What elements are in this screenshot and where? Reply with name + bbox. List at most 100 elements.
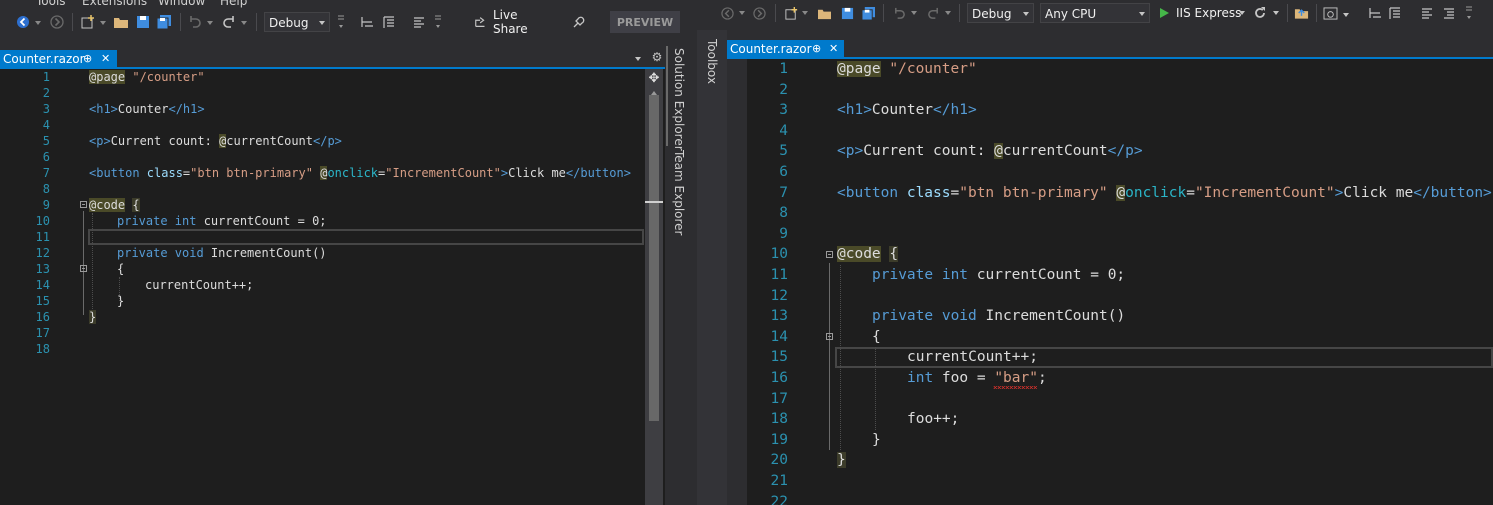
step-over-icon[interactable]	[358, 12, 376, 32]
save-all-icon[interactable]	[154, 12, 174, 32]
right-ide-window: Debug Any CPU IIS Express Toolbox Counte…	[697, 0, 1493, 505]
code-line-15: }	[117, 294, 125, 308]
code-line-3: <h1>Counter</h1>	[89, 102, 205, 116]
toolbar-options-icon[interactable]	[432, 12, 444, 32]
back-dropdown-icon[interactable]	[35, 21, 41, 25]
indent-lines-icon[interactable]	[1441, 3, 1457, 23]
line-number: 10	[770, 246, 788, 263]
refresh-icon[interactable]	[1251, 3, 1269, 23]
split-window-icon[interactable]: ✥	[647, 71, 661, 86]
line-number: 9	[42, 198, 50, 212]
pin-tab-icon[interactable]: ⊕	[83, 50, 92, 68]
back-icon[interactable]	[14, 12, 32, 32]
code-line-14: {	[872, 329, 881, 345]
toolbar-overflow-icon[interactable]	[334, 12, 348, 32]
config-dropdown[interactable]: Debug	[967, 3, 1034, 23]
new-project-dropdown-icon[interactable]	[100, 21, 106, 25]
left-ide-window: Tools Extensions Window Help Debug Live …	[0, 0, 697, 505]
collapse-method-icon[interactable]	[80, 265, 87, 272]
line-number: 12	[770, 287, 788, 304]
undo-dropdown-icon[interactable]	[911, 11, 917, 15]
play-icon	[1160, 8, 1169, 18]
collapse-code-icon[interactable]	[80, 201, 87, 208]
line-number: 21	[770, 473, 788, 489]
browser-link-dropdown-icon[interactable]	[1343, 13, 1349, 17]
close-tab-icon[interactable]: ✕	[829, 40, 838, 58]
tab-list-dropdown-icon[interactable]	[635, 57, 641, 61]
line-number: 22	[770, 493, 788, 505]
line-number: 6	[779, 164, 788, 180]
comment-toggle-icon[interactable]	[380, 12, 398, 32]
left-side-tool-strip: Toolbox	[697, 30, 727, 505]
preview-label: PREVIEW	[616, 15, 674, 29]
chevron-down-icon	[1139, 12, 1145, 16]
redo-icon[interactable]	[220, 12, 238, 32]
publish-icon[interactable]	[1292, 3, 1310, 23]
open-folder-icon[interactable]	[815, 3, 833, 23]
save-icon[interactable]	[839, 3, 855, 23]
back-dropdown-icon[interactable]	[739, 11, 745, 15]
undo-icon[interactable]	[891, 3, 907, 23]
run-dropdown-icon[interactable]	[1239, 11, 1245, 15]
code-line-9: @code {	[89, 198, 140, 212]
right-toolbar: Debug Any CPU IIS Express	[697, 0, 1493, 26]
right-code-editor[interactable]: 1 2 3 4 5 6 7 8 9 10 11 12 13 14 15 16 17 18 19 20 21 22 @pag…	[747, 59, 1493, 505]
line-number: 15	[35, 294, 50, 308]
back-icon[interactable]	[719, 3, 735, 23]
feedback-icon[interactable]	[570, 12, 588, 32]
platform-dropdown[interactable]: Any CPU	[1040, 3, 1150, 23]
line-number: 3	[779, 102, 788, 119]
collapse-code-icon[interactable]	[826, 251, 833, 258]
toolbar-options-icon[interactable]	[1463, 3, 1475, 23]
line-number: 15	[770, 349, 788, 366]
left-code-editor[interactable]: 1 2 3 4 5 6 7 8 9 10 11 12 13 14 15 16 17 18 @page "/coun…	[0, 69, 665, 505]
new-project-dropdown-icon[interactable]	[802, 11, 808, 15]
line-number: 9	[779, 225, 788, 242]
line-number: 1	[42, 70, 50, 84]
scrollbar-thumb[interactable]	[649, 95, 659, 421]
redo-dropdown-icon[interactable]	[945, 11, 951, 15]
code-line-20: }	[837, 452, 846, 468]
line-number: 11	[770, 267, 788, 283]
undo-dropdown-icon[interactable]	[207, 21, 213, 25]
solution-explorer-tab[interactable]: Solution Explorer	[672, 48, 686, 151]
line-number: 20	[770, 452, 788, 469]
line-number: 10	[35, 214, 50, 228]
redo-dropdown-icon[interactable]	[241, 21, 247, 25]
forward-icon[interactable]	[48, 12, 66, 32]
code-line-1: @page "/counter"	[837, 61, 977, 77]
settings-gear-icon[interactable]: ⚙	[650, 50, 664, 64]
undo-icon[interactable]	[186, 12, 204, 32]
preview-badge[interactable]: PREVIEW	[610, 11, 680, 33]
collapse-method-icon[interactable]	[826, 333, 833, 340]
format-lines-icon[interactable]	[1419, 3, 1435, 23]
redo-icon[interactable]	[925, 3, 941, 23]
team-explorer-tab[interactable]: Team Explorer	[672, 150, 686, 236]
pin-tab-icon[interactable]: ⊕	[812, 40, 821, 58]
open-folder-icon[interactable]	[111, 12, 131, 32]
tab-counter-razor[interactable]: Counter.razor ⊕ ✕	[727, 40, 844, 58]
step-over-icon[interactable]	[1367, 3, 1383, 23]
live-share-button[interactable]: Live Share	[474, 8, 548, 36]
browser-link-icon[interactable]	[1321, 3, 1339, 23]
comment-toggle-icon[interactable]	[1387, 3, 1403, 23]
save-all-icon[interactable]	[859, 3, 877, 23]
tab-counter-razor[interactable]: Counter.razor ⊕ ✕	[0, 50, 117, 68]
config-dropdown[interactable]: Debug	[264, 12, 330, 32]
code-line-13: {	[117, 262, 125, 276]
forward-icon[interactable]	[751, 3, 767, 23]
line-number: 18	[35, 342, 50, 356]
line-number: 18	[770, 411, 788, 428]
new-project-icon[interactable]	[782, 3, 800, 23]
format-lines-icon[interactable]	[410, 12, 428, 32]
line-number: 8	[42, 182, 50, 196]
close-tab-icon[interactable]: ✕	[101, 50, 110, 68]
vertical-scrollbar[interactable]: ✥	[645, 69, 663, 505]
refresh-dropdown-icon[interactable]	[1273, 11, 1279, 15]
save-icon[interactable]	[134, 12, 152, 32]
run-iis-express-button[interactable]: IIS Express	[1158, 3, 1246, 23]
toolbox-tab[interactable]: Toolbox	[705, 39, 719, 84]
new-project-icon[interactable]	[78, 12, 98, 32]
error-squiggle[interactable]	[993, 386, 1037, 389]
chevron-down-icon	[1023, 12, 1029, 16]
